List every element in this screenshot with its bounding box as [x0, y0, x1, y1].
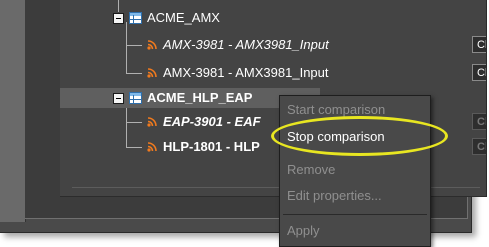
tree-item-row[interactable]: AMX-3981 - AMX3981_Input Ch1 — [60, 35, 486, 55]
menu-separator — [283, 214, 427, 215]
table-icon — [129, 92, 142, 104]
menu-item-edit-properties[interactable]: Edit properties... — [280, 184, 430, 208]
item-label: EAP-3901 - EAF — [163, 114, 261, 129]
item-label: AMX-3981 - AMX3981_Input — [163, 65, 329, 80]
tree-group-row[interactable]: ACME_AMX — [60, 8, 320, 28]
signal-feed-icon — [147, 68, 157, 78]
item-label: HLP-1801 - HLP — [163, 139, 260, 154]
channel-field[interactable]: Ch1 — [472, 113, 486, 130]
group-label: ACME_HLP_EAP — [147, 90, 253, 105]
table-icon — [129, 12, 142, 24]
collapse-toggle-icon[interactable] — [113, 93, 124, 104]
menu-item-stop-comparison[interactable]: Stop comparison — [280, 125, 430, 149]
tree-item-row[interactable]: AMX-3981 - AMX3981_Input Ch1 — [60, 63, 486, 83]
collapse-toggle-icon[interactable] — [113, 13, 124, 24]
channel-field[interactable]: Ch1 — [472, 138, 486, 155]
signal-feed-icon — [147, 40, 157, 50]
group-label: ACME_AMX — [147, 10, 220, 25]
signal-feed-icon — [147, 142, 157, 152]
channel-field[interactable]: Ch1 — [472, 36, 486, 53]
channel-field[interactable]: Ch1 — [472, 64, 486, 81]
menu-item-remove[interactable]: Remove — [280, 158, 430, 182]
menu-item-start-comparison[interactable]: Start comparison — [280, 98, 430, 122]
menu-item-apply[interactable]: Apply — [280, 219, 430, 243]
context-menu: Start comparison Stop comparison Remove … — [279, 95, 431, 247]
window-side-band — [0, 0, 26, 222]
item-label: AMX-3981 - AMX3981_Input — [163, 37, 329, 52]
signal-feed-icon — [147, 117, 157, 127]
